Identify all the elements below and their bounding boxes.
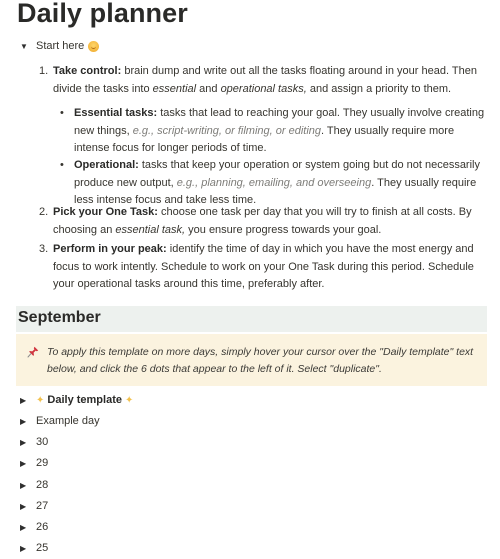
list-text: Operational: tasks that keep your operat… <box>74 157 485 210</box>
toggle-label: 26 <box>36 521 49 533</box>
list-number: 3. <box>39 243 49 255</box>
bullet-dot: • <box>60 159 64 171</box>
pushpin-icon <box>27 346 39 358</box>
italic-term: essential task, <box>115 223 186 236</box>
sparkles-icon: ✦ <box>124 394 134 406</box>
list-number: 2. <box>39 206 49 218</box>
list-text: Take control: brain dump and write out a… <box>53 63 479 98</box>
toggle-day[interactable]: ▶ 26 <box>20 521 48 533</box>
bold-term: Pick your One Task: <box>53 206 158 218</box>
callout-text: To apply this template on more days, sim… <box>47 346 474 375</box>
notion-page: Daily planner ▼ Start here 1. Take contr… <box>0 0 500 559</box>
toggle-label: 29 <box>36 457 49 469</box>
toggle-collapsed-icon[interactable]: ▶ <box>20 459 36 468</box>
numbered-item-take-control: 1. Take control: brain dump and write ou… <box>39 63 479 98</box>
toggle-collapsed-icon[interactable]: ▶ <box>20 481 36 490</box>
list-number: 1. <box>39 65 49 77</box>
toggle-daily-template[interactable]: ▶ ✦ Daily template ✦ <box>20 394 136 406</box>
bullet-item-operational: • Operational: tasks that keep your oper… <box>60 157 485 210</box>
bold-term: Perform in your peak: <box>53 243 167 255</box>
page-title: Daily planner <box>17 0 188 28</box>
text-segment: you ensure progress towards your goal. <box>185 223 382 236</box>
bold-term: Take control: <box>53 65 122 77</box>
toggle-label: 28 <box>36 479 49 491</box>
numbered-item-pick-one-task: 2. Pick your One Task: choose one task p… <box>39 204 479 239</box>
bold-term: Essential tasks: <box>74 107 158 119</box>
toggle-day[interactable]: ▶ 29 <box>20 457 48 469</box>
bullet-dot: • <box>60 107 64 119</box>
toggle-collapsed-icon[interactable]: ▶ <box>20 523 36 532</box>
toggle-collapsed-icon[interactable]: ▶ <box>20 544 36 553</box>
toggle-label: Start here <box>36 40 85 52</box>
toggle-label: 30 <box>36 436 49 448</box>
toggle-label: 25 <box>36 542 49 554</box>
toggle-label: 27 <box>36 500 49 512</box>
list-text: Essential tasks: tasks that lead to reac… <box>74 105 485 158</box>
toggle-day[interactable]: ▶ 28 <box>20 479 48 491</box>
bullet-item-essential-tasks: • Essential tasks: tasks that lead to re… <box>60 105 485 158</box>
section-heading: September <box>18 309 101 326</box>
toggle-day[interactable]: ▶ 30 <box>20 436 48 448</box>
italic-term: essential <box>152 82 197 95</box>
list-text: Pick your One Task: choose one task per … <box>53 204 479 239</box>
toggle-day[interactable]: ▶ Example day <box>20 415 100 427</box>
toggle-collapsed-icon[interactable]: ▶ <box>20 396 36 405</box>
numbered-item-perform-in-peak: 3. Perform in your peak: identify the ti… <box>39 241 479 294</box>
toggle-collapsed-icon[interactable]: ▶ <box>20 417 36 426</box>
list-text: Perform in your peak: identify the time … <box>53 241 479 294</box>
toggle-day[interactable]: ▶ 25 <box>20 542 48 554</box>
italic-term: operational tasks, <box>220 82 307 95</box>
toggle-day[interactable]: ▶ 27 <box>20 500 48 512</box>
toggle-collapsed-icon[interactable]: ▶ <box>20 438 36 447</box>
example-text: e.g., planning, emailing, and overseeing <box>176 176 372 189</box>
example-text: e.g., script-writing, or filming, or edi… <box>132 124 321 137</box>
toggle-label: Example day <box>36 415 100 427</box>
toggle-collapsed-icon[interactable]: ▶ <box>20 502 36 511</box>
text-segment: and <box>196 82 221 95</box>
smiling-face-icon <box>88 40 100 52</box>
toggle-label: Daily template <box>47 394 122 406</box>
text-segment: and assign a priority to them. <box>306 82 452 95</box>
bold-term: Operational: <box>74 159 139 171</box>
toggle-expanded-icon[interactable]: ▼ <box>20 42 36 51</box>
toggle-start-here[interactable]: ▼ Start here <box>20 40 100 52</box>
sparkles-icon: ✦ <box>36 394 45 406</box>
